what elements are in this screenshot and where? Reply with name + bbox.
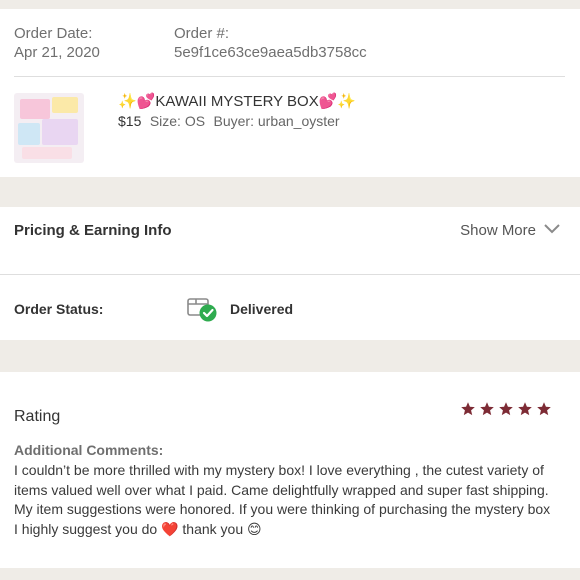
chevron-down-icon <box>544 221 560 239</box>
order-date-value: Apr 21, 2020 <box>14 44 100 61</box>
package-delivered-icon <box>186 293 220 323</box>
pricing-card: Pricing & Earning Info Show More <box>0 207 580 275</box>
rating-title: Rating <box>14 408 61 425</box>
star-icon <box>460 401 476 417</box>
order-status-value: Delivered <box>230 301 294 317</box>
show-more-button[interactable]: Show More <box>460 221 560 239</box>
item-title-text: KAWAII MYSTERY BOX <box>155 93 319 110</box>
order-card: Order Date: Apr 21, 2020 Order #: 5e9f1c… <box>0 9 580 177</box>
comments-label: Additional Comments: <box>14 442 164 458</box>
item-price: $15 <box>118 113 142 129</box>
order-number-label: Order #: <box>174 25 230 42</box>
item-title-suffix: 💕✨ <box>318 93 357 110</box>
status-card: Order Status: Delivered <box>0 275 580 340</box>
item-buyer: Buyer: urban_oyster <box>213 113 340 129</box>
rating-card: Rating Additional Comments: I couldn’t b… <box>0 372 580 568</box>
star-icon <box>536 401 552 417</box>
star-icon <box>517 401 533 417</box>
comments-text: I couldn’t be more thrilled with my myst… <box>14 462 551 537</box>
item-size: Size: OS <box>149 113 206 129</box>
star-icon <box>479 401 495 417</box>
item-title-prefix: ✨💕 <box>118 93 156 110</box>
order-date-label: Order Date: <box>14 25 93 42</box>
order-status-label: Order Status: <box>14 301 104 317</box>
order-divider <box>14 76 565 77</box>
item-thumbnail[interactable] <box>14 93 84 163</box>
pricing-title: Pricing & Earning Info <box>14 222 172 239</box>
show-more-label: Show More <box>460 221 536 239</box>
star-icon <box>498 401 514 417</box>
order-number-value: 5e9f1ce63ce9aea5db3758cc <box>174 44 367 61</box>
rating-stars <box>457 401 552 417</box>
item-title[interactable]: ✨💕KAWAII MYSTERY BOX💕✨ <box>118 92 356 110</box>
item-meta: $15 Size: OS Buyer: urban_oyster <box>118 113 340 131</box>
